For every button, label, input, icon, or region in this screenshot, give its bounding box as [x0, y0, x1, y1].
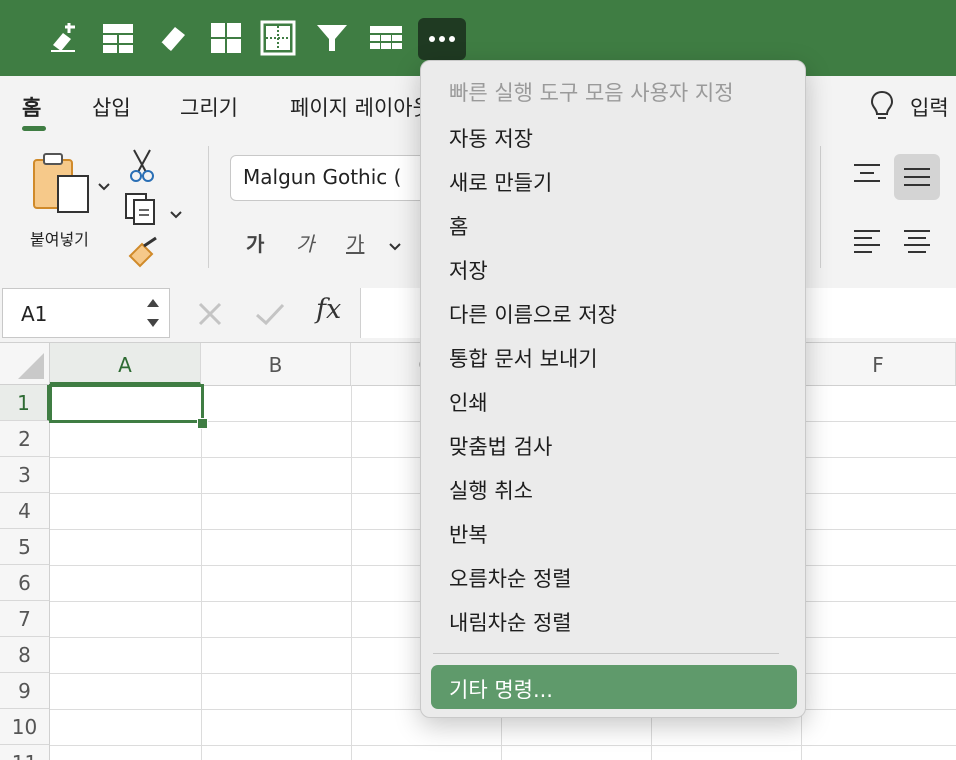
- clear-format-icon[interactable]: [44, 18, 84, 58]
- row-header-1[interactable]: 1: [0, 385, 50, 421]
- menu-item-spelling[interactable]: 맞춤법 검사: [449, 431, 552, 461]
- menu-separator: [433, 653, 779, 654]
- fill-handle[interactable]: [197, 418, 208, 429]
- more-dots-icon[interactable]: [418, 18, 466, 60]
- menu-item-redo[interactable]: 반복: [449, 519, 488, 549]
- menu-item-sort-descending[interactable]: 내림차순 정렬: [449, 607, 572, 637]
- menu-item-more-commands[interactable]: 기타 명령...: [431, 665, 797, 709]
- chevron-down-icon[interactable]: [388, 237, 402, 256]
- align-left-icon[interactable]: [844, 218, 890, 264]
- row-header-10[interactable]: 10: [0, 709, 50, 745]
- column-header-b[interactable]: B: [201, 343, 351, 385]
- italic-button[interactable]: 가: [296, 228, 314, 257]
- row-header-8[interactable]: 8: [0, 637, 50, 673]
- ribbon-separator: [208, 146, 209, 268]
- align-middle-icon[interactable]: [894, 154, 940, 200]
- name-box[interactable]: A1: [2, 288, 170, 338]
- row-header-2[interactable]: 2: [0, 421, 50, 457]
- scissors-icon[interactable]: [128, 148, 156, 188]
- align-top-icon[interactable]: [844, 150, 890, 196]
- font-name-field[interactable]: Malgun Gothic (: [230, 155, 430, 201]
- paste-label[interactable]: 붙여넣기: [30, 226, 89, 250]
- row-header-11[interactable]: 11: [0, 745, 50, 760]
- row-header-5[interactable]: 5: [0, 529, 50, 565]
- select-all-button[interactable]: [0, 343, 50, 385]
- menu-item-send-workbook[interactable]: 통합 문서 보내기: [449, 343, 598, 373]
- tab-page-layout[interactable]: 페이지 레이아웃: [290, 92, 432, 122]
- row-header-7[interactable]: 7: [0, 601, 50, 637]
- menu-item-new[interactable]: 새로 만들기: [449, 167, 552, 197]
- menu-item-sort-ascending[interactable]: 오름차순 정렬: [449, 563, 572, 593]
- name-box-value: A1: [21, 302, 48, 326]
- grid-line: [201, 385, 202, 760]
- cancel-icon[interactable]: [192, 300, 228, 328]
- bold-button[interactable]: 가: [246, 228, 264, 257]
- tab-draw[interactable]: 그리기: [180, 92, 238, 122]
- quick-access-customize-menu: 빠른 실행 도구 모음 사용자 지정 자동 저장 새로 만들기 홈 저장 다른 …: [420, 60, 806, 718]
- eraser-icon[interactable]: [152, 18, 192, 58]
- menu-item-home[interactable]: 홈: [449, 211, 468, 241]
- format-painter-icon[interactable]: [126, 236, 162, 274]
- menu-item-undo[interactable]: 실행 취소: [449, 475, 533, 505]
- row-header-4[interactable]: 4: [0, 493, 50, 529]
- chevron-down-icon[interactable]: [169, 205, 183, 224]
- menu-item-save[interactable]: 저장: [449, 255, 488, 285]
- chevron-down-icon[interactable]: [97, 177, 111, 196]
- align-center-icon[interactable]: [894, 218, 940, 264]
- paste-icon[interactable]: [32, 152, 92, 218]
- filter-icon[interactable]: [312, 18, 352, 58]
- row-header-6[interactable]: 6: [0, 565, 50, 601]
- table-icon[interactable]: [366, 18, 406, 58]
- menu-item-save-as[interactable]: 다른 이름으로 저장: [449, 299, 617, 329]
- underline-button[interactable]: 가: [346, 228, 364, 257]
- tab-home[interactable]: 홈: [22, 92, 41, 122]
- menu-item-more-commands-label: 기타 명령...: [449, 678, 553, 702]
- font-name-value: Malgun Gothic (: [243, 165, 402, 189]
- column-header-a[interactable]: A: [50, 343, 201, 385]
- table-layout-icon[interactable]: [98, 18, 138, 58]
- active-tab-indicator: [22, 126, 46, 131]
- menu-header: 빠른 실행 도구 모음 사용자 지정: [449, 81, 734, 105]
- row-header-3[interactable]: 3: [0, 457, 50, 493]
- grid-line: [351, 385, 352, 760]
- ribbon-separator: [820, 146, 821, 268]
- tab-insert[interactable]: 삽입: [92, 92, 131, 122]
- row-header-9[interactable]: 9: [0, 673, 50, 709]
- border-icon[interactable]: [258, 18, 298, 58]
- active-cell-a1[interactable]: [49, 384, 204, 423]
- lightbulb-icon[interactable]: [870, 90, 894, 126]
- tab-tell-me[interactable]: 입력: [910, 92, 949, 122]
- insert-function-button[interactable]: fx: [316, 294, 341, 325]
- grid-line: [50, 745, 956, 746]
- menu-item-print[interactable]: 인쇄: [449, 387, 488, 417]
- grid-icon[interactable]: [206, 18, 246, 58]
- stepper-icon[interactable]: [145, 295, 161, 335]
- copy-icon[interactable]: [124, 192, 160, 232]
- column-header-f[interactable]: F: [801, 343, 956, 385]
- enter-check-icon[interactable]: [252, 300, 288, 328]
- menu-item-autosave[interactable]: 자동 저장: [449, 123, 533, 153]
